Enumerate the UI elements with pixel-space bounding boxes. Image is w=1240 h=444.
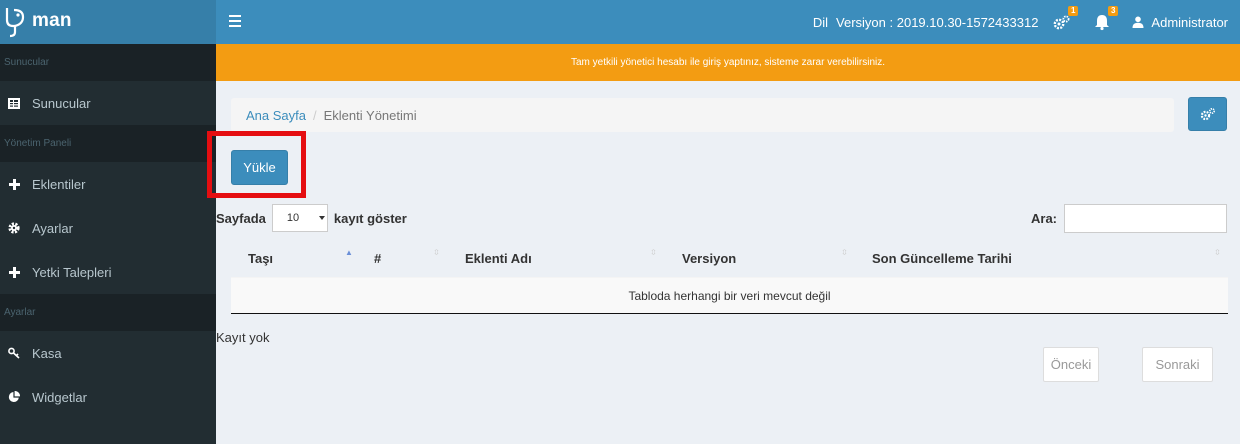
settings-button[interactable] xyxy=(1188,97,1227,131)
sidebar-item-permission-requests[interactable]: Yetki Talepleri xyxy=(0,250,216,294)
tasks-badge: 1 xyxy=(1067,6,1079,16)
sidebar-item-label: Yetki Talepleri xyxy=(32,264,112,280)
sidebar-header-settings: Ayarlar xyxy=(0,294,216,331)
cogs-icon xyxy=(1200,107,1215,121)
key-icon xyxy=(8,347,20,359)
empty-table-row: Tabloda herhangi bir veri mevcut değil xyxy=(231,278,1228,314)
page-length-value: 10 xyxy=(286,212,300,224)
notifications-button[interactable]: 3 xyxy=(1092,6,1119,32)
search-label: Ara: xyxy=(1031,211,1058,226)
breadcrumb-current: Eklenti Yönetimi xyxy=(323,107,417,123)
plus-icon xyxy=(8,266,20,278)
table-info: Kayıt yok xyxy=(216,330,270,345)
user-name: Administrator xyxy=(1151,14,1228,30)
gear-icon xyxy=(8,222,20,234)
sidebar-toggle-icon[interactable] xyxy=(229,15,241,27)
sidebar-item-label: Eklentiler xyxy=(32,176,86,192)
warning-alert: Tam yetkili yönetici hesabı ile giriş ya… xyxy=(216,44,1240,81)
notifications-badge: 3 xyxy=(1107,6,1119,16)
server-icon xyxy=(8,97,20,109)
sidebar-item-widgets[interactable]: Widgetlar xyxy=(0,375,216,419)
logo-icon xyxy=(5,8,25,38)
tasks-button[interactable]: 1 xyxy=(1052,6,1079,32)
sidebar-item-servers[interactable]: Sunucular xyxy=(0,81,216,125)
page-length-select[interactable]: 10 xyxy=(271,204,328,232)
sidebar-item-plugins[interactable]: Eklentiler xyxy=(0,162,216,206)
sidebar-item-label: Widgetlar xyxy=(32,389,87,405)
sidebar: Sunucular Sunucular Yönetim Paneli Eklen… xyxy=(0,44,216,444)
previous-page-button[interactable]: Önceki xyxy=(1043,347,1099,382)
sidebar-item-vault[interactable]: Kasa xyxy=(0,331,216,375)
sort-icon: ⇳ xyxy=(650,248,657,257)
sidebar-item-label: Sunucular xyxy=(32,95,91,111)
sort-icon: ⇳ xyxy=(841,248,848,257)
column-header-number[interactable]: # xyxy=(374,240,381,278)
breadcrumb-separator: / xyxy=(313,107,317,123)
plus-icon xyxy=(8,178,20,190)
version-text: Versiyon : 2019.10.30-1572433312 xyxy=(836,14,1039,30)
pie-chart-icon xyxy=(8,391,20,403)
column-header-plugin-name[interactable]: Eklenti Adı xyxy=(465,240,532,278)
sidebar-header-servers: Sunucular xyxy=(0,44,216,81)
sidebar-header-admin: Yönetim Paneli xyxy=(0,125,216,162)
column-header-version[interactable]: Versiyon xyxy=(682,240,736,278)
length-suffix: kayıt göster xyxy=(333,210,407,226)
upload-button[interactable]: Yükle xyxy=(231,150,288,185)
table-search: Ara: xyxy=(1031,204,1228,233)
top-navbar: man Dil Versiyon : 2019.10.30-1572433312… xyxy=(0,0,1240,44)
caret-down-icon xyxy=(318,216,325,220)
sort-asc-icon: ▲ xyxy=(345,248,353,257)
page-length-control: Sayfada 10 kayıt göster xyxy=(216,204,407,232)
breadcrumb-home-link[interactable]: Ana Sayfa xyxy=(246,108,306,123)
column-header-move[interactable]: Taşı xyxy=(248,240,273,278)
user-icon xyxy=(1132,16,1144,28)
sort-icon: ⇳ xyxy=(433,248,440,257)
length-prefix: Sayfada xyxy=(216,210,266,226)
user-menu[interactable]: Administrator xyxy=(1132,15,1228,30)
logo-text: man xyxy=(32,10,72,31)
search-input[interactable] xyxy=(1064,204,1228,233)
sidebar-item-label: Ayarlar xyxy=(32,220,73,236)
sort-icon: ⇳ xyxy=(1214,248,1221,257)
logo[interactable]: man xyxy=(0,0,216,44)
column-header-last-update[interactable]: Son Güncelleme Tarihi xyxy=(872,240,1012,278)
sidebar-item-settings[interactable]: Ayarlar xyxy=(0,206,216,250)
breadcrumb: Ana Sayfa / Eklenti Yönetimi xyxy=(231,98,1174,132)
next-page-button[interactable]: Sonraki xyxy=(1142,347,1213,382)
table-header: Taşı ▲ # ⇳ Eklenti Adı ⇳ Versiyon ⇳ Son … xyxy=(231,240,1228,278)
plugins-table: Taşı ▲ # ⇳ Eklenti Adı ⇳ Versiyon ⇳ Son … xyxy=(231,240,1228,314)
sidebar-item-label: Kasa xyxy=(32,345,62,361)
language-menu[interactable]: Dil xyxy=(813,15,828,30)
